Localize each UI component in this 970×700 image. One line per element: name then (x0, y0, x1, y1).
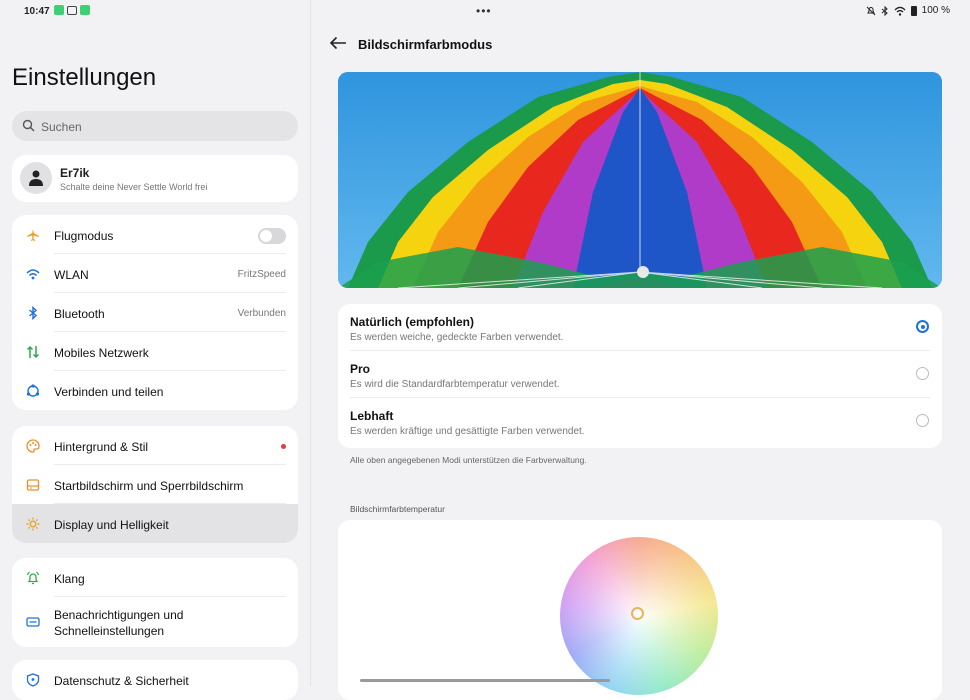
detail-title: Bildschirmfarbmodus (358, 37, 493, 52)
color-temperature-card (338, 520, 942, 700)
sidebar-item-wallpaper-style[interactable]: Hintergrund & Stil (12, 426, 298, 465)
search-placeholder: Suchen (41, 120, 82, 134)
sidebar-item-label: WLAN (54, 268, 89, 282)
page-title: Einstellungen (12, 64, 157, 91)
sidebar-item-label: Klang (54, 572, 85, 586)
sidebar-item-connect-share[interactable]: Verbinden und teilen (12, 371, 298, 410)
airplane-icon (27, 229, 39, 241)
sidebar-item-mobile-network[interactable]: Mobiles Netzwerk (12, 332, 298, 371)
sidebar-item-flugmodus[interactable]: Flugmodus (12, 215, 298, 254)
section-header-temperature: Bildschirmfarbtemperatur (350, 504, 445, 514)
color-wheel[interactable] (560, 537, 718, 695)
back-arrow-icon[interactable] (329, 36, 347, 50)
option-natural[interactable]: Natürlich (empfohlen) Es werden weiche, … (338, 304, 942, 351)
radio-unselected[interactable] (916, 367, 929, 380)
option-description: Es wird die Standardfarbtemperatur verwe… (350, 379, 560, 390)
share-connect-icon (26, 384, 40, 397)
profile-card[interactable]: Er7ik Schalte deine Never Settle World f… (12, 155, 298, 202)
homescreen-icon (26, 479, 40, 491)
sidebar-item-wlan[interactable]: WLAN FritzSpeed (12, 254, 298, 293)
sidebar-item-homescreen-lockscreen[interactable]: Startbildschirm und Sperrbildschirm (12, 465, 298, 504)
avatar (20, 162, 52, 194)
personalization-group: Hintergrund & Stil Startbildschirm und S… (12, 426, 298, 543)
color-management-note: Alle oben angegebenen Modi unterstützen … (350, 455, 587, 465)
sidebar-item-label: Bluetooth (54, 307, 105, 321)
mobile-data-icon (26, 345, 40, 359)
parachute-illustration (338, 72, 942, 288)
option-vivid[interactable]: Lebhaft Es werden kräftige und gesättigt… (338, 398, 942, 445)
sidebar-item-label: Verbinden und teilen (54, 385, 164, 399)
connectivity-group: Flugmodus WLAN FritzSpeed Bluetooth Verb… (12, 215, 298, 410)
notification-badge (281, 444, 286, 449)
profile-name: Er7ik (60, 166, 90, 180)
settings-sidebar: Einstellungen Suchen Er7ik Schalte deine… (0, 0, 311, 700)
sidebar-item-label: Startbildschirm und Sperrbildschirm (54, 479, 244, 493)
option-pro[interactable]: Pro Es wird die Standardfarbtemperatur v… (338, 351, 942, 398)
search-input[interactable]: Suchen (12, 111, 298, 141)
sidebar-item-value: Verbunden (237, 308, 286, 319)
brightness-icon (26, 517, 40, 531)
color-mode-options: Natürlich (empfohlen) Es werden weiche, … (338, 304, 942, 448)
radio-unselected[interactable] (916, 414, 929, 427)
sidebar-item-display-brightness[interactable]: Display und Helligkeit (12, 504, 298, 543)
option-title: Pro (350, 362, 371, 376)
airplane-mode-toggle[interactable] (258, 228, 286, 244)
radio-selected[interactable] (916, 320, 929, 333)
detail-pane: Bildschirmfarbmodus Natürlich (empfohlen… (311, 0, 970, 700)
sidebar-item-label: Hintergrund & Stil (54, 440, 149, 454)
palette-icon (26, 439, 40, 453)
sound-notifications-group: Klang Benachrichtigungen und Schnelleins… (12, 558, 298, 647)
option-description: Es werden weiche, gedeckte Farben verwen… (350, 332, 564, 343)
sidebar-item-bluetooth[interactable]: Bluetooth Verbunden (12, 293, 298, 332)
bell-icon (26, 571, 40, 585)
user-icon (29, 170, 43, 186)
notifications-icon (26, 617, 40, 627)
gesture-bar[interactable] (360, 679, 610, 682)
sidebar-item-label: Benachrichtigungen und Schnelleinstellun… (54, 608, 184, 638)
search-icon (22, 119, 35, 132)
sidebar-item-sound[interactable]: Klang (12, 558, 298, 597)
bluetooth-icon (29, 306, 38, 320)
sidebar-item-value: FritzSpeed (237, 269, 286, 280)
option-title: Lebhaft (350, 409, 394, 423)
shield-icon (26, 673, 40, 687)
sidebar-item-label: Flugmodus (54, 229, 114, 243)
option-description: Es werden kräftige und gesättigte Farben… (350, 426, 585, 437)
sidebar-item-privacy[interactable]: Datenschutz & Sicherheit (12, 660, 298, 699)
sidebar-item-notifications[interactable]: Benachrichtigungen und Schnelleinstellun… (12, 597, 298, 647)
wifi-icon (26, 269, 40, 280)
color-wheel-handle[interactable] (631, 607, 644, 620)
privacy-group: Datenschutz & Sicherheit (12, 660, 298, 700)
option-title: Natürlich (empfohlen) (350, 315, 475, 329)
sidebar-item-label: Mobiles Netzwerk (54, 346, 149, 360)
sidebar-item-label: Display und Helligkeit (54, 518, 169, 532)
preview-image (338, 72, 942, 288)
profile-subtitle: Schalte deine Never Settle World frei (60, 182, 208, 192)
